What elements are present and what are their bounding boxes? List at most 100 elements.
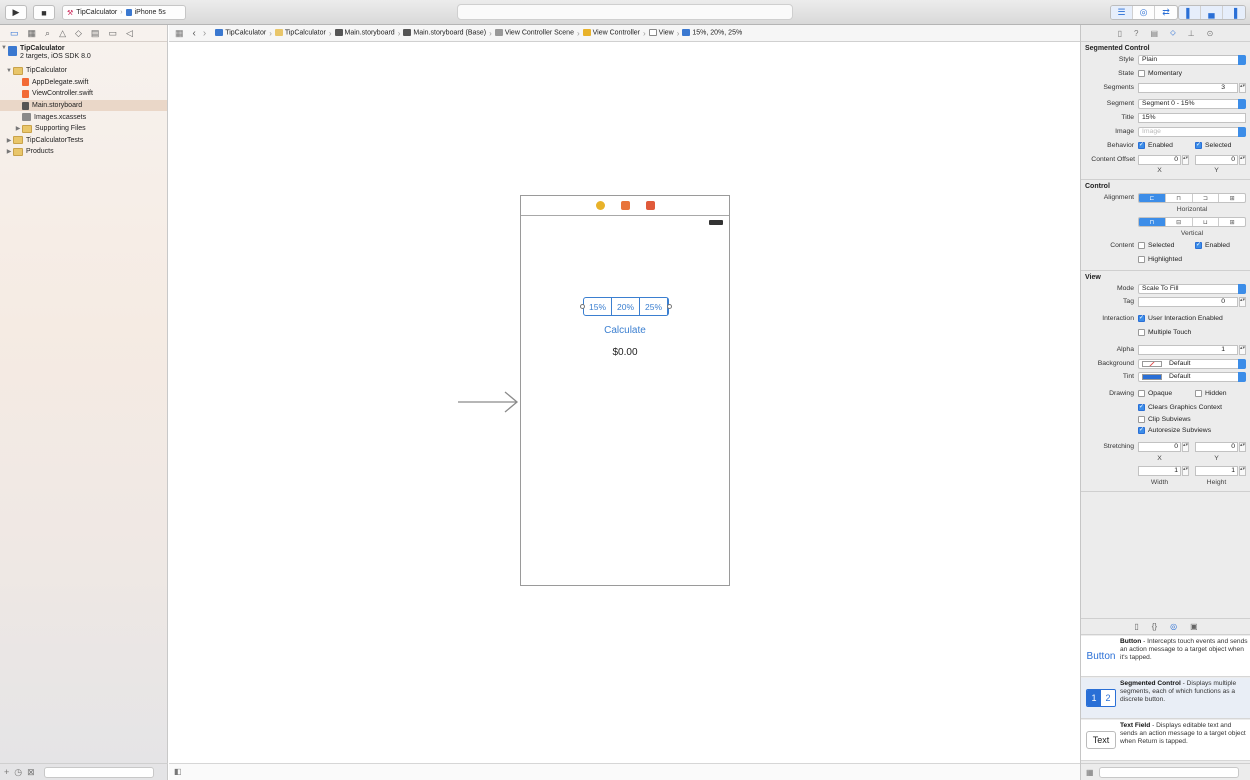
library-item-button[interactable]: Button Button - Intercepts touch events … [1081,636,1250,677]
standard-editor-icon[interactable]: ☰ [1111,6,1133,19]
background-swatch[interactable] [1142,360,1162,367]
momentary-checkbox[interactable] [1138,69,1145,77]
offset-x-stepper[interactable]: ▴▾ [1182,154,1189,165]
alpha-stepper[interactable]: ▴▾ [1239,344,1246,355]
forward-icon[interactable]: › [203,28,206,39]
version-editor-icon[interactable]: ⇄ [1155,6,1177,19]
segment-25[interactable]: 25% [640,298,668,315]
resize-handle-right[interactable] [667,304,672,309]
style-popup[interactable]: Plain [1138,55,1246,65]
library-filter-field[interactable] [1098,766,1239,778]
jump-item-7[interactable]: 15%, 20%, 25% [682,29,742,37]
code-snippet-icon[interactable]: {} [1152,622,1157,631]
scm-icon[interactable]: ⊠ [27,767,35,778]
project-row[interactable]: ▼ TipCalculator 2 targets, iOS SDK 8.0 [0,45,167,65]
align-center-icon[interactable]: ⊓ [1166,194,1193,203]
object-library-icon[interactable]: ◎ [1170,622,1177,631]
utilities-toggle-icon[interactable]: ▐ [1223,6,1245,19]
log-icon[interactable]: ◁ [126,28,133,39]
file-row-7[interactable]: ▶ Products [0,146,167,158]
vertical-alignment-control[interactable]: ⊓ ⊟ ⊔ ⊞ [1138,217,1246,228]
library-item-text-field[interactable]: Text Text Field - Displays editable text… [1081,720,1250,761]
related-items-icon[interactable]: ▦ [175,28,184,39]
warning-icon[interactable]: △ [59,28,66,39]
identity-inspector-icon[interactable]: ▤ [1151,29,1159,38]
clip-subviews-checkbox[interactable] [1138,415,1145,423]
jump-item-5[interactable]: View Controller [582,29,640,37]
align-bottom-icon[interactable]: ⊔ [1193,218,1220,227]
jump-item-0[interactable]: TipCalculator [215,29,266,37]
align-right-icon[interactable]: ⊐ [1193,194,1220,203]
quick-help-icon[interactable]: ? [1134,29,1138,38]
offset-x-field[interactable]: 0 [1138,154,1181,165]
opaque-checkbox[interactable] [1138,390,1145,398]
media-library-icon[interactable]: ▣ [1190,622,1198,631]
segment-15[interactable]: 15% [584,298,612,315]
connections-inspector-icon[interactable]: ⊙ [1207,29,1214,38]
stretch-height-stepper[interactable]: ▴▾ [1239,465,1246,476]
add-icon[interactable]: + [4,767,9,777]
attributes-inspector-icon[interactable]: ⬦ [1170,28,1176,38]
jump-item-1[interactable]: TipCalculator [274,29,326,37]
offset-y-stepper[interactable]: ▴▾ [1239,154,1246,165]
library-item-segmented-control[interactable]: 1 2 Segmented Control - Displays multipl… [1081,678,1250,719]
stretch-width-field[interactable]: 1 [1138,465,1181,476]
jump-item-3[interactable]: Main.storyboard (Base) [403,29,486,37]
tag-field[interactable]: 0 [1138,297,1238,308]
stretch-y-stepper[interactable]: ▴▾ [1239,442,1246,452]
file-inspector-icon[interactable]: ▯ [1118,29,1122,38]
tint-swatch[interactable] [1142,374,1162,381]
symbol-icon[interactable]: ▦ [28,28,37,39]
document-outline-toggle-icon[interactable]: ◧ [174,767,182,776]
alpha-field[interactable]: 1 [1138,344,1238,355]
hidden-checkbox[interactable] [1195,390,1202,398]
view-controller-scene[interactable]: 15% 20% 25% Calculate $0.00 [520,195,730,586]
multiple-touch-checkbox[interactable] [1138,328,1145,336]
tag-stepper[interactable]: ▴▾ [1239,297,1246,308]
segments-field[interactable]: 3 [1138,82,1238,93]
align-fill-icon[interactable]: ⊞ [1219,194,1245,202]
storyboard-canvas[interactable]: 15% 20% 25% Calculate $0.00 [169,42,1080,763]
stretch-width-stepper[interactable]: ▴▾ [1182,465,1189,476]
align-left-icon[interactable]: ⊏ [1139,194,1166,203]
scheme-selector[interactable]: ⚒ TipCalculator › iPhone 5s [62,5,186,20]
offset-y-field[interactable]: 0 [1195,154,1238,165]
title-field[interactable]: 15% [1138,113,1246,124]
folder-icon[interactable]: ▭ [10,28,19,39]
assistant-editor-icon[interactable]: ◎ [1133,6,1155,19]
debug-toggle-icon[interactable]: ▄ [1201,6,1223,19]
disclosure-right-icon[interactable]: ▶ [5,137,13,144]
file-row-2[interactable]: ViewController.swift [0,88,167,100]
segments-stepper[interactable]: ▴▾ [1239,82,1246,93]
disclosure-down-icon[interactable]: ▼ [5,68,13,74]
view-toggle-segments[interactable]: ▌ ▄ ▐ [1178,5,1246,20]
grid-view-icon[interactable]: ▦ [1086,768,1094,777]
segment-popup[interactable]: Segment 0 - 15% [1138,99,1246,110]
navigator-toggle-icon[interactable]: ▌ [1179,6,1201,19]
jump-item-2[interactable]: Main.storyboard [334,29,395,37]
jump-item-4[interactable]: View Controller Scene [494,29,574,37]
stretch-y-field[interactable]: 0 [1195,442,1238,452]
stretch-x-stepper[interactable]: ▴▾ [1182,442,1189,452]
file-row-5[interactable]: ▶ Supporting Files [0,123,167,135]
search-icon[interactable]: ⌕ [45,28,50,39]
view-controller-icon[interactable] [595,201,605,210]
file-row-6[interactable]: ▶ TipCalculatorTests [0,135,167,147]
disclosure-right-icon[interactable]: ▶ [5,148,13,155]
tip-amount-label[interactable]: $0.00 [521,347,729,358]
content-selected-checkbox[interactable] [1138,241,1145,249]
navigator-filter-field[interactable] [43,766,154,778]
tip-segmented-control[interactable]: 15% 20% 25% [580,297,672,316]
first-responder-icon[interactable] [620,201,630,210]
disclosure-down-icon[interactable]: ▼ [0,45,8,51]
stop-button[interactable]: ■ [33,5,55,20]
debug-icon[interactable]: ▤ [91,28,100,39]
calculate-button[interactable]: Calculate [521,325,729,336]
mode-popup[interactable]: Scale To Fill [1138,283,1246,294]
image-combo[interactable]: Image [1138,126,1246,137]
breakpoint-icon[interactable]: ▭ [108,28,117,39]
resize-handle-left[interactable] [580,304,585,309]
disclosure-right-icon[interactable]: ▶ [14,125,22,132]
horizontal-alignment-control[interactable]: ⊏ ⊓ ⊐ ⊞ [1138,193,1246,204]
recent-icon[interactable]: ◷ [14,767,22,778]
